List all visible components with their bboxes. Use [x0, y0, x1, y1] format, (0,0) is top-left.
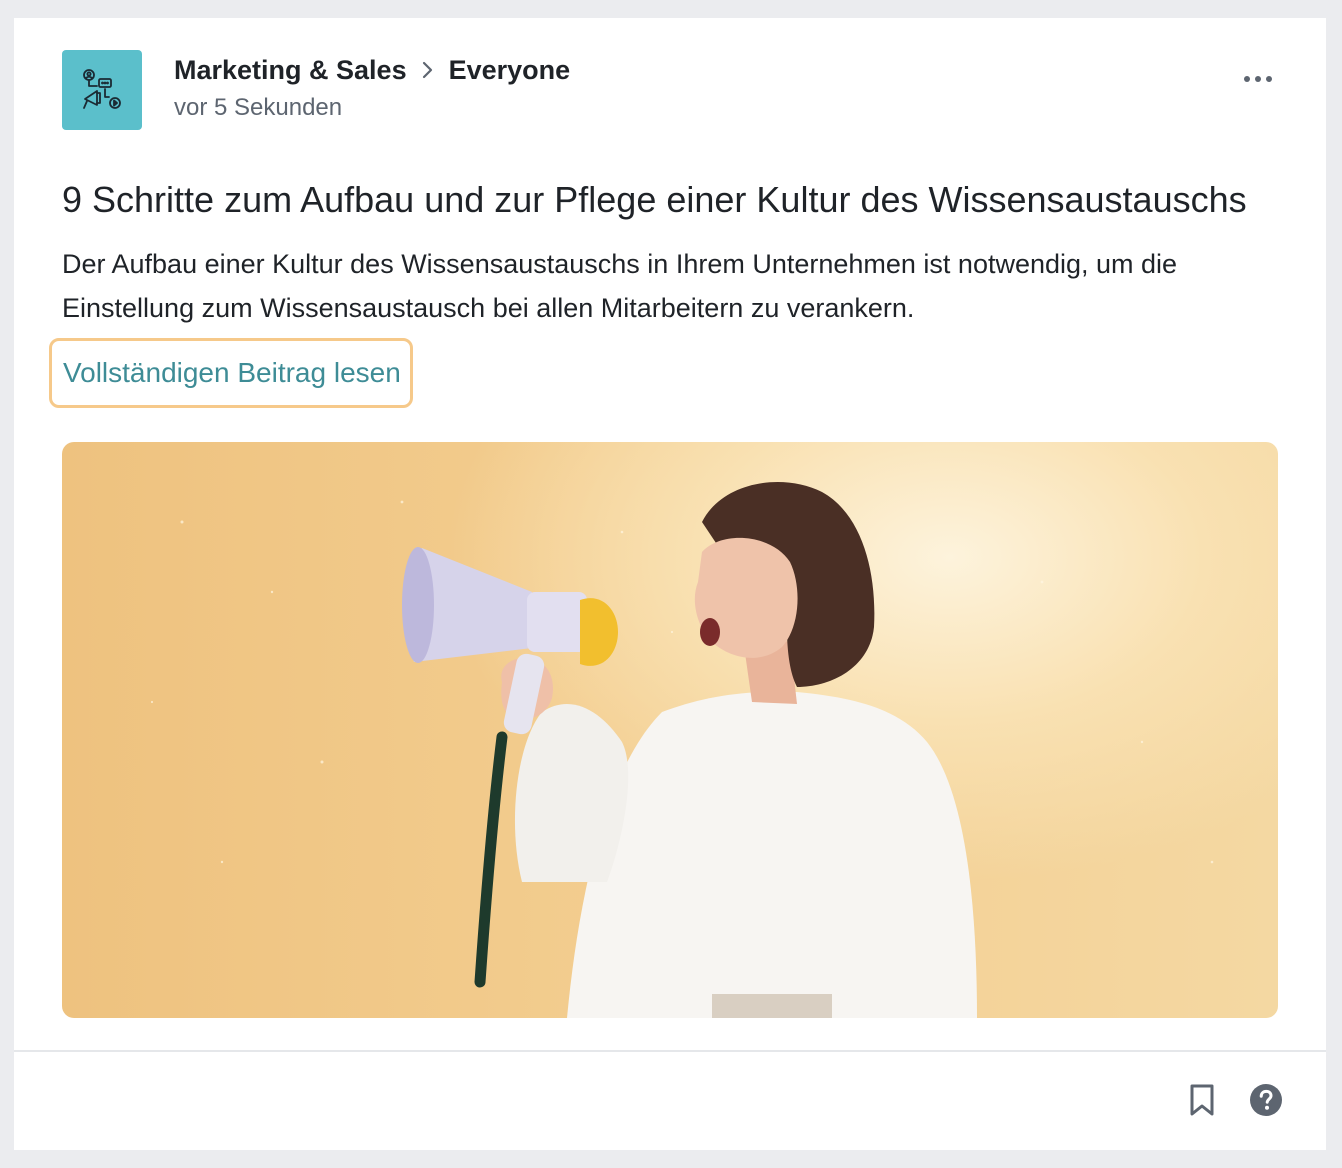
post-excerpt: Der Aufbau einer Kultur des Wissensausta…: [62, 249, 1178, 323]
more-dot: [1266, 76, 1272, 82]
more-options-button[interactable]: [1238, 64, 1278, 94]
breadcrumb-audience-link[interactable]: Everyone: [449, 55, 571, 86]
woman-with-megaphone-photo: [150, 482, 1214, 1018]
help-circle-icon: [1250, 1084, 1282, 1116]
bookmark-button[interactable]: [1184, 1082, 1220, 1118]
more-horizontal-icon: [1244, 76, 1250, 82]
card-footer-divider: [14, 1050, 1326, 1052]
bookmark-icon: [1190, 1084, 1214, 1116]
post-hero-image[interactable]: [62, 442, 1278, 1018]
more-dot: [1255, 76, 1261, 82]
post-card: Marketing & Sales Everyone vor 5 Sekunde…: [14, 18, 1326, 1150]
post-timestamp: vor 5 Sekunden: [174, 94, 343, 121]
post-meta: Marketing & Sales Everyone vor 5 Sekunde…: [174, 52, 570, 122]
space-avatar[interactable]: [62, 50, 142, 130]
post-header: Marketing & Sales Everyone vor 5 Sekunde…: [62, 50, 1278, 130]
marketing-megaphone-icon: [83, 69, 121, 109]
chevron-right-icon: [421, 59, 435, 81]
breadcrumb: Marketing & Sales Everyone: [174, 52, 570, 88]
read-more-link[interactable]: Vollständigen Beitrag lesen: [49, 338, 413, 408]
breadcrumb-space-link[interactable]: Marketing & Sales: [174, 55, 407, 86]
help-button[interactable]: [1248, 1082, 1284, 1118]
post-title[interactable]: 9 Schritte zum Aufbau und zur Pflege ein…: [62, 178, 1292, 222]
